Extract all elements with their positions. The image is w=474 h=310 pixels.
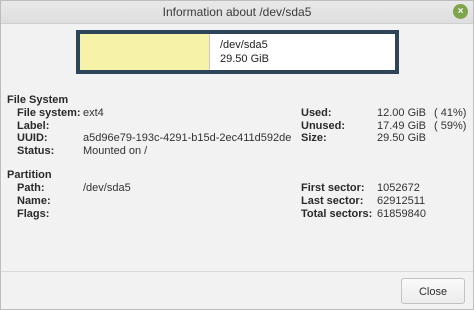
usage-graph-bar: /dev/sda5 29.50 GiB	[80, 34, 395, 70]
usage-graph: /dev/sda5 29.50 GiB	[76, 30, 399, 74]
path-label: Path:	[17, 182, 45, 194]
name-label: Name:	[17, 195, 51, 207]
filesystem-type-value: ext4	[83, 107, 104, 119]
size-label: Size:	[301, 132, 327, 144]
usage-graph-text: /dev/sda5 29.50 GiB	[220, 38, 269, 66]
unused-value: 17.49 GiB	[377, 120, 426, 132]
label-label: Label:	[17, 120, 50, 132]
status-label: Status:	[17, 145, 55, 157]
flags-label: Flags:	[17, 208, 50, 220]
info-dialog: Information about /dev/sda5 × /dev/sda5 …	[0, 0, 474, 310]
used-percent: ( 41%)	[434, 107, 467, 119]
partition-heading: Partition	[7, 169, 52, 181]
usage-used-fill	[80, 34, 211, 70]
usage-graph-path: /dev/sda5	[220, 39, 268, 51]
window-title: Information about /dev/sda5	[162, 5, 312, 19]
first-sector-value: 1052672	[377, 182, 420, 194]
used-value: 12.00 GiB	[377, 107, 426, 119]
status-value: Mounted on /	[83, 145, 148, 157]
usage-graph-size: 29.50 GiB	[220, 53, 269, 65]
path-value: /dev/sda5	[83, 182, 131, 194]
unused-label: Unused:	[301, 120, 345, 132]
total-sectors-value: 61859840	[377, 208, 426, 220]
last-sector-value: 62912511	[377, 195, 426, 207]
close-button[interactable]: Close	[401, 278, 465, 304]
used-label: Used:	[301, 107, 332, 119]
total-sectors-label: Total sectors:	[301, 208, 373, 220]
filesystem-heading: File System	[7, 94, 69, 106]
uuid-value: a5d96e79-193c-4291-b15d-2ec411d592de	[83, 132, 292, 144]
titlebar[interactable]: Information about /dev/sda5 ×	[1, 1, 473, 24]
last-sector-label: Last sector:	[301, 195, 364, 207]
unused-percent: ( 59%)	[434, 120, 467, 132]
size-value: 29.50 GiB	[377, 132, 426, 144]
first-sector-label: First sector:	[301, 182, 365, 194]
button-area-divider	[1, 271, 473, 272]
titlebar-close-icon[interactable]: ×	[453, 4, 468, 19]
filesystem-type-label: File system:	[17, 107, 81, 119]
uuid-label: UUID:	[17, 132, 48, 144]
